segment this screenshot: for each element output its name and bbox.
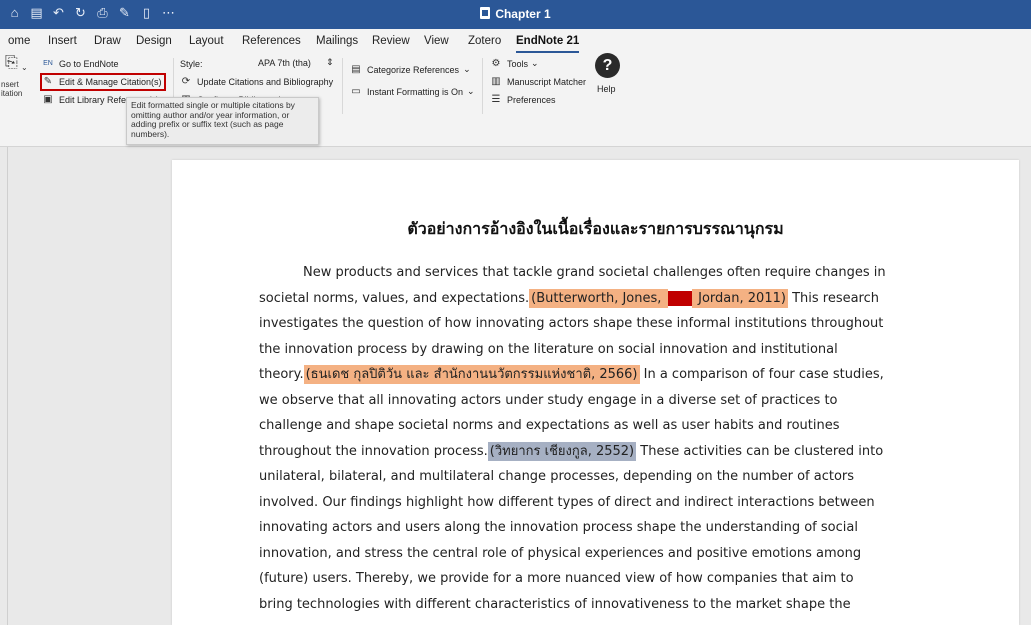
insert-citation-label-2: itation xyxy=(1,89,23,98)
text-line[interactable]: innovation, and stress the central role … xyxy=(259,541,929,567)
instant-formatting-label: Instant Formatting is On xyxy=(367,86,464,97)
tab-endnote[interactable]: EndNote 21 xyxy=(516,33,580,53)
ribbon-divider xyxy=(342,58,343,114)
preferences-icon: ☰ xyxy=(491,94,501,105)
citation-selection[interactable]: and xyxy=(667,290,693,306)
instant-formatting-button[interactable]: ▭ Instant Formatting is On ⌄ xyxy=(350,86,475,97)
citation-highlight[interactable]: (วิทยากร เชียงกูล, 2552) xyxy=(487,441,637,461)
text-line[interactable]: investigates the question of how innovat… xyxy=(259,311,929,337)
tools-label: Tools xyxy=(507,58,529,69)
tab-design[interactable]: Design xyxy=(136,33,172,53)
text-line[interactable]: bring technologies with different charac… xyxy=(259,592,929,618)
tab-review[interactable]: Review xyxy=(372,33,410,53)
text-line[interactable]: New products and services that tackle gr… xyxy=(259,260,929,286)
text-line[interactable]: involved. Our findings highlight how dif… xyxy=(259,490,929,516)
tooltip-line: numbers). xyxy=(131,128,170,139)
manuscript-matcher-button[interactable]: ▥ Manuscript Matcher xyxy=(490,76,586,87)
update-icon: ⟳ xyxy=(181,76,191,87)
document-paragraph[interactable]: New products and services that tackle gr… xyxy=(259,260,929,617)
tools-button[interactable]: ⚙ Tools ⌄ xyxy=(490,58,539,69)
text-line[interactable]: we observe that all innovating actors un… xyxy=(259,388,929,414)
ribbon-tabs: ome Insert Draw Design Layout References… xyxy=(0,33,1031,53)
text-run: bring technologies with different charac… xyxy=(259,596,851,612)
left-window-edge xyxy=(0,147,8,625)
word-doc-icon xyxy=(480,7,491,19)
tab-view[interactable]: View xyxy=(424,33,449,53)
chevron-down-icon: ⌄ xyxy=(463,64,471,74)
text-line[interactable]: throughout the innovation process. (วิทยา… xyxy=(259,439,929,465)
callout-highlight-box xyxy=(40,73,166,91)
help-icon[interactable]: ? xyxy=(595,53,620,78)
text-run: This research xyxy=(787,290,880,306)
text-run: New products and services that tackle gr… xyxy=(303,265,886,280)
manuscript-matcher-label: Manuscript Matcher xyxy=(507,76,587,87)
window-title: Chapter 1 xyxy=(0,7,1031,21)
tools-icon: ⚙ xyxy=(491,58,501,69)
chevron-down-icon: ⌄ xyxy=(531,58,539,68)
go-to-endnote-button[interactable]: EN Go to EndNote xyxy=(42,58,119,69)
text-line[interactable]: theory. (ธนเดช กุลปิติวัน และ สำนักงานนวั… xyxy=(259,362,929,388)
style-label: Style: xyxy=(180,59,203,69)
text-run: throughout the innovation process. xyxy=(259,443,488,459)
categorize-icon: ▤ xyxy=(351,64,361,75)
insert-citation-chevron-icon[interactable]: ⌄ xyxy=(21,63,28,72)
text-line[interactable]: (future) users. Thereby, we provide for … xyxy=(259,566,929,592)
text-line[interactable]: challenge and shape societal norms and e… xyxy=(259,413,929,439)
text-line[interactable]: unilateral, bilateral, and multilateral … xyxy=(259,464,929,490)
text-run: In a comparison of four case studies, xyxy=(639,367,884,382)
window-title-text: Chapter 1 xyxy=(495,7,551,21)
document-heading: ตัวอย่างการอ้างอิงในเนื้อเรื่องและรายการ… xyxy=(407,219,784,238)
text-run: unilateral, bilateral, and multilateral … xyxy=(259,469,855,484)
library-icon: ▣ xyxy=(43,94,53,105)
go-to-endnote-label: Go to EndNote xyxy=(59,58,119,69)
help-label: Help xyxy=(597,84,616,94)
formatting-icon: ▭ xyxy=(351,86,361,97)
citation-highlight[interactable]: Jordan, 2011) xyxy=(692,288,788,308)
chevron-down-icon: ⌄ xyxy=(467,86,475,96)
tab-insert[interactable]: Insert xyxy=(48,33,77,53)
text-run: (future) users. Thereby, we provide for … xyxy=(259,571,854,586)
text-run: societal norms, values, and expectations… xyxy=(259,290,530,306)
insert-citation-label-1: nsert xyxy=(1,80,19,89)
endnote-icon: EN xyxy=(43,60,53,67)
preferences-button[interactable]: ☰ Preferences xyxy=(490,94,556,105)
citation-highlight[interactable]: (ธนเดช กุลปิติวัน และ สำนักงานนวัตกรรมแห… xyxy=(303,365,640,384)
preferences-label: Preferences xyxy=(507,94,556,105)
text-run: theory. xyxy=(259,367,304,382)
text-run: innovation, and stress the central role … xyxy=(259,545,862,561)
style-select-value: APA 7th (tha) xyxy=(258,58,311,68)
ribbon-divider xyxy=(482,58,483,114)
text-run: the innovation process by drawing on the… xyxy=(259,341,838,357)
text-line[interactable]: societal norms, values, and expectations… xyxy=(259,286,929,312)
text-run: challenge and shape societal norms and e… xyxy=(259,418,840,433)
update-citations-button[interactable]: ⟳ Update Citations and Bibliography xyxy=(180,76,333,87)
insert-citation-icon[interactable]: ⎘ xyxy=(5,54,18,72)
tab-layout[interactable]: Layout xyxy=(189,33,224,53)
text-run: innovating actors and users along the in… xyxy=(259,520,858,535)
style-select[interactable]: APA 7th (tha) ⇕ xyxy=(258,57,334,71)
citation-highlight[interactable]: (Butterworth, Jones, xyxy=(529,288,668,308)
document-page[interactable]: ตัวอย่างการอ้างอิงในเนื้อเรื่องและรายการ… xyxy=(172,160,1019,625)
text-run: involved. Our findings highlight how dif… xyxy=(259,494,875,510)
tab-home[interactable]: ome xyxy=(8,33,30,53)
tab-zotero[interactable]: Zotero xyxy=(468,33,501,53)
tab-references[interactable]: References xyxy=(242,33,301,53)
tooltip-edit-manage-citations: Edit formatted single or multiple citati… xyxy=(126,97,319,145)
categorize-references-button[interactable]: ▤ Categorize References ⌄ xyxy=(350,64,471,75)
update-citations-label: Update Citations and Bibliography xyxy=(197,76,334,87)
title-bar: ⌂ ▤ ↶ ↻ ⎙ ✎ ▯ ⋯ Chapter 1 xyxy=(0,0,1031,29)
tab-draw[interactable]: Draw xyxy=(94,33,121,53)
text-run: we observe that all innovating actors un… xyxy=(259,392,838,408)
text-run: investigates the question of how innovat… xyxy=(259,316,884,331)
text-line[interactable]: innovating actors and users along the in… xyxy=(259,515,929,541)
updown-chevron-icon: ⇕ xyxy=(326,57,334,67)
manuscript-icon: ▥ xyxy=(491,76,501,87)
text-line[interactable]: the innovation process by drawing on the… xyxy=(259,337,929,363)
categorize-references-label: Categorize References xyxy=(367,64,460,75)
text-run: These activities can be clustered into xyxy=(636,443,884,459)
tab-mailings[interactable]: Mailings xyxy=(316,33,358,53)
